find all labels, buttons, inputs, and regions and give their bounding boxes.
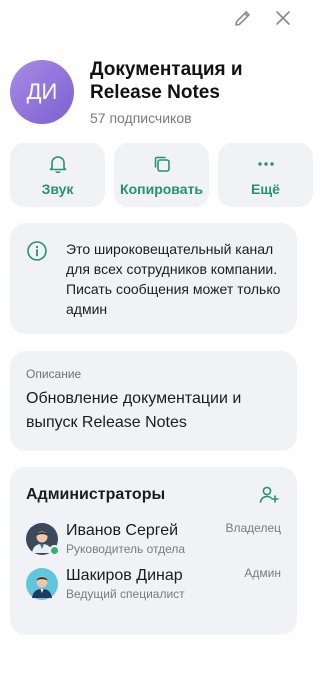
avatar bbox=[26, 523, 60, 556]
avatar-initials: ДИ bbox=[26, 79, 58, 104]
copy-label: Копировать bbox=[120, 181, 203, 197]
sound-button[interactable]: Звук bbox=[10, 143, 105, 207]
info-text: Это широковещательный канал для всех сот… bbox=[66, 241, 281, 317]
admin-role: Владелец bbox=[225, 521, 281, 535]
copy-button[interactable]: Копировать bbox=[114, 143, 209, 207]
more-button[interactable]: Ещё bbox=[218, 143, 313, 207]
admin-row[interactable]: Иванов Сергей Руководитель отдела Владел… bbox=[26, 521, 281, 556]
top-toolbar bbox=[231, 6, 295, 30]
admin-role: Админ bbox=[244, 566, 281, 580]
admin-position: Ведущий специалист bbox=[66, 587, 185, 601]
action-buttons: Звук Копировать Ещё bbox=[10, 143, 313, 207]
description-label: Описание bbox=[26, 367, 82, 381]
admins-card: Администраторы Иванов Сергей Руководител… bbox=[10, 467, 297, 635]
channel-title: Документация и Release Notes bbox=[90, 59, 243, 103]
subscriber-count: 57 подписчиков bbox=[90, 110, 192, 126]
sound-label: Звук bbox=[41, 181, 74, 197]
online-status-dot bbox=[49, 545, 60, 556]
pencil-icon[interactable] bbox=[231, 6, 255, 30]
copy-icon bbox=[154, 156, 170, 172]
close-icon[interactable] bbox=[271, 6, 295, 30]
description-card: Описание Обновление документации и выпус… bbox=[10, 351, 297, 451]
more-dots-icon bbox=[257, 162, 274, 166]
admin-row[interactable]: Шакиров Динар Ведущий специалист Админ bbox=[26, 566, 281, 601]
channel-header: ДИ Документация и Release Notes 57 подпи… bbox=[10, 58, 313, 126]
bell-icon bbox=[49, 156, 66, 174]
add-user-icon[interactable] bbox=[257, 483, 281, 507]
info-icon bbox=[26, 240, 48, 334]
channel-avatar: ДИ bbox=[10, 60, 74, 124]
avatar bbox=[26, 568, 58, 600]
admins-title: Администраторы bbox=[26, 486, 166, 503]
more-label: Ещё bbox=[251, 181, 280, 197]
description-text: Обновление документации и выпуск Release… bbox=[26, 390, 242, 431]
broadcast-info-card: Это широковещательный канал для всех сот… bbox=[10, 223, 297, 334]
admin-position: Руководитель отдела bbox=[66, 542, 186, 556]
